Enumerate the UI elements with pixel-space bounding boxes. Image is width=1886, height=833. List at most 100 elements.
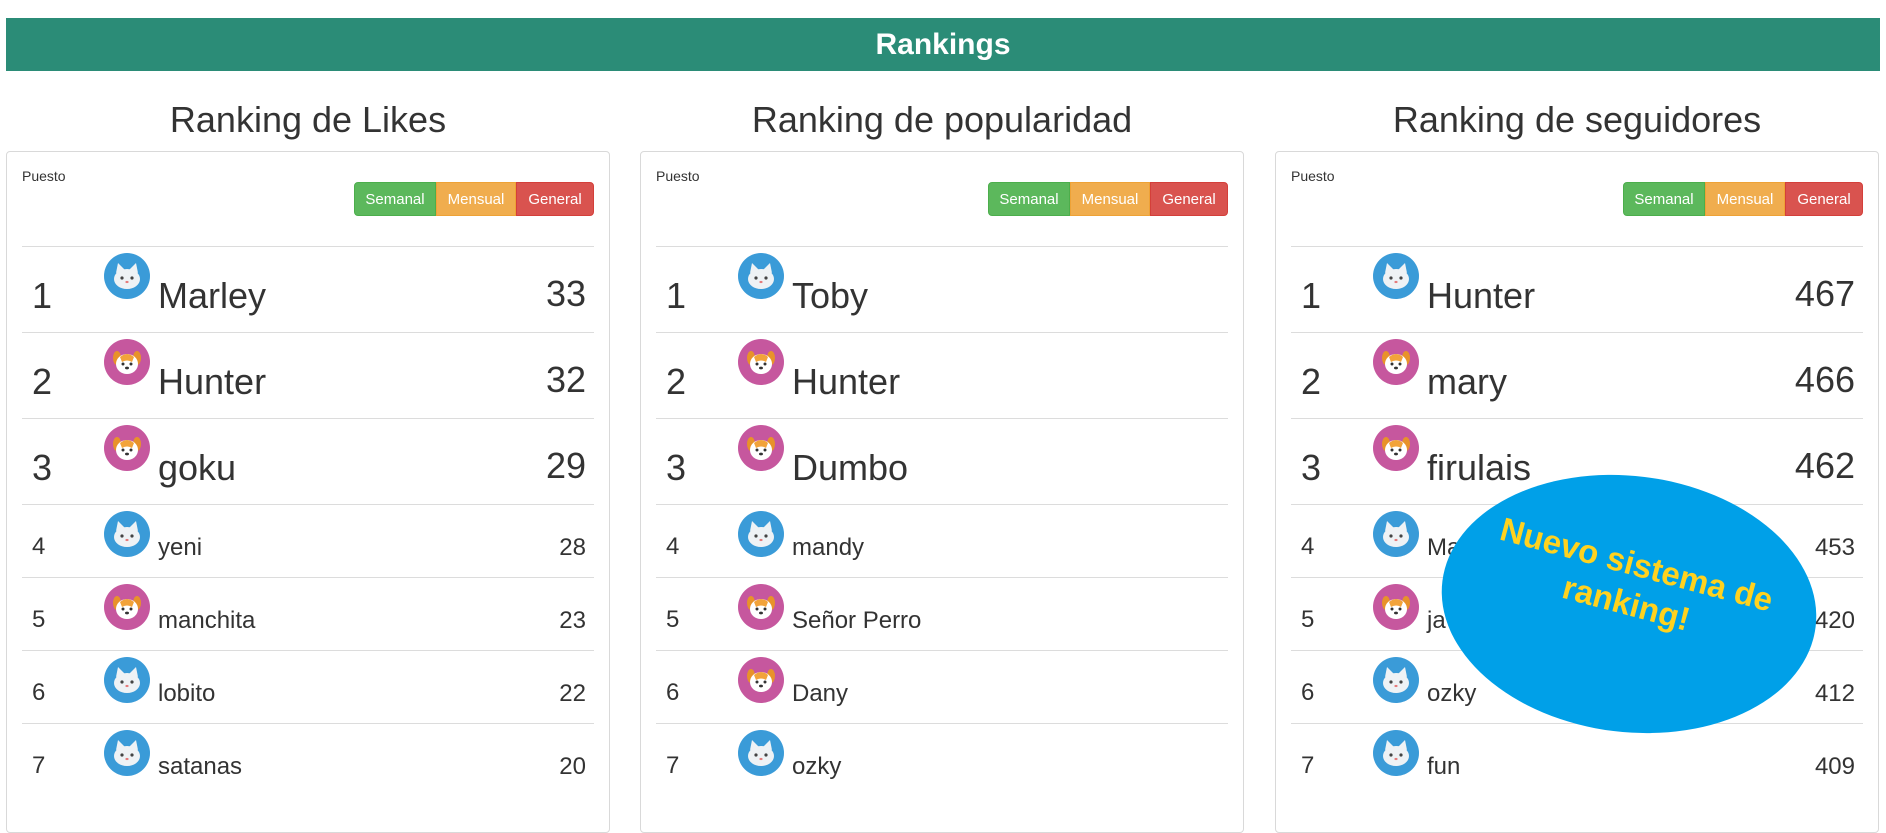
mensual-button[interactable]: Mensual [1705, 182, 1785, 216]
score-value: 20 [559, 753, 586, 780]
ranking-row[interactable]: 2 mary 466 [1291, 332, 1863, 418]
cat-icon[interactable] [104, 730, 150, 776]
user-name[interactable]: Dany [792, 680, 848, 708]
user-name[interactable]: ozky [1427, 680, 1476, 708]
score-value: 409 [1814, 753, 1855, 780]
user-name[interactable]: Dumbo [792, 447, 908, 489]
ranking-row[interactable]: 4 mandy [656, 504, 1228, 577]
score-value: 453 [1814, 534, 1855, 561]
dog-icon[interactable] [738, 657, 784, 703]
dog-icon[interactable] [1373, 584, 1419, 630]
user-name[interactable]: mary [1427, 361, 1507, 403]
user-name[interactable]: lobito [158, 680, 215, 708]
user-name[interactable]: Toby [792, 275, 868, 317]
cat-icon[interactable] [738, 511, 784, 557]
page-header: Rankings [6, 18, 1880, 71]
ranking-row[interactable]: 7 ozky [656, 723, 1228, 796]
cat-icon[interactable] [738, 253, 784, 299]
user-name[interactable]: goku [158, 447, 236, 489]
general-button[interactable]: General [516, 182, 594, 216]
semanal-button[interactable]: Semanal [988, 182, 1070, 216]
user-name[interactable]: yeni [158, 534, 202, 562]
score-value: 23 [559, 607, 586, 634]
ranking-row[interactable]: 5 manchita 23 [22, 577, 594, 650]
dog-icon[interactable] [738, 339, 784, 385]
dog-icon[interactable] [104, 339, 150, 385]
ranking-title: Ranking de popularidad [751, 99, 1133, 140]
ranking-row[interactable]: 7 satanas 20 [22, 723, 594, 796]
rank-number: 5 [1301, 606, 1315, 633]
ranking-row[interactable]: 1 Marley 33 [22, 246, 594, 332]
ranking-list: 1 Marley 33 2 Hunter 32 3 goku 29 4 yeni… [22, 246, 594, 796]
dog-icon[interactable] [1373, 339, 1419, 385]
user-name[interactable]: Hunter [792, 361, 900, 403]
score-value: 32 [545, 359, 586, 400]
cat-icon[interactable] [1373, 253, 1419, 299]
cat-icon[interactable] [1373, 730, 1419, 776]
cat-icon[interactable] [1373, 511, 1419, 557]
ranking-row[interactable]: 6 Dany [656, 650, 1228, 723]
ranking-row[interactable]: 2 Hunter [656, 332, 1228, 418]
ranking-row[interactable]: 6 lobito 22 [22, 650, 594, 723]
ranking-row[interactable]: 3 Dumbo [656, 418, 1228, 504]
rank-number: 4 [666, 533, 680, 560]
rank-number: 7 [666, 752, 680, 779]
general-button[interactable]: General [1150, 182, 1228, 216]
rank-number: 3 [32, 447, 53, 488]
semanal-button[interactable]: Semanal [354, 182, 436, 216]
dog-icon[interactable] [738, 584, 784, 630]
ranking-column: Ranking de Likes Puesto Semanal Mensual … [6, 71, 610, 833]
user-name[interactable]: mandy [792, 534, 864, 562]
score-value: 29 [545, 445, 586, 486]
cat-icon[interactable] [1373, 657, 1419, 703]
cat-icon[interactable] [104, 511, 150, 557]
user-name[interactable]: Hunter [158, 361, 266, 403]
semanal-button[interactable]: Semanal [1623, 182, 1705, 216]
dog-icon[interactable] [738, 425, 784, 471]
period-filter: Semanal Mensual General [988, 182, 1228, 216]
puesto-label: Puesto [656, 168, 700, 184]
ranking-row[interactable]: 7 fun 409 [1291, 723, 1863, 796]
user-name[interactable]: satanas [158, 753, 242, 781]
rank-number: 6 [1301, 679, 1315, 706]
ranking-row[interactable]: 1 Hunter 467 [1291, 246, 1863, 332]
cat-icon[interactable] [104, 253, 150, 299]
ranking-row[interactable]: 2 Hunter 32 [22, 332, 594, 418]
user-name[interactable]: Marley [158, 275, 266, 317]
rank-number: 3 [1301, 447, 1322, 488]
cat-icon[interactable] [104, 657, 150, 703]
ranking-row[interactable]: 3 goku 29 [22, 418, 594, 504]
rank-number: 3 [666, 447, 687, 488]
period-filter: Semanal Mensual General [354, 182, 594, 216]
score-value: 412 [1814, 680, 1855, 707]
user-name[interactable]: manchita [158, 607, 255, 635]
score-value: 467 [1794, 273, 1855, 314]
rank-number: 6 [666, 679, 680, 706]
puesto-label: Puesto [22, 168, 66, 184]
ranking-row[interactable]: 5 Señor Perro [656, 577, 1228, 650]
score-value: 420 [1814, 607, 1855, 634]
dog-icon[interactable] [104, 584, 150, 630]
rank-number: 2 [32, 361, 53, 402]
mensual-button[interactable]: Mensual [436, 182, 516, 216]
rank-number: 1 [1301, 275, 1322, 316]
mensual-button[interactable]: Mensual [1070, 182, 1150, 216]
user-name[interactable]: fun [1427, 753, 1460, 781]
ranking-title: Ranking de Likes [169, 99, 447, 140]
ranking-panel: Puesto Semanal Mensual General 1 Marley … [6, 151, 610, 833]
general-button[interactable]: General [1785, 182, 1863, 216]
user-name[interactable]: firulais [1427, 447, 1531, 489]
ranking-list: 1 Toby 2 Hunter 3 Dumbo 4 mandy 5 Señor … [656, 246, 1228, 796]
user-name[interactable]: ozky [792, 753, 841, 781]
rank-number: 4 [1301, 533, 1315, 560]
cat-icon[interactable] [738, 730, 784, 776]
score-value: 33 [545, 273, 586, 314]
user-name[interactable]: Hunter [1427, 275, 1535, 317]
ranking-row[interactable]: 1 Toby [656, 246, 1228, 332]
rank-number: 6 [32, 679, 46, 706]
dog-icon[interactable] [104, 425, 150, 471]
ranking-row[interactable]: 4 yeni 28 [22, 504, 594, 577]
user-name[interactable]: Señor Perro [792, 607, 921, 635]
dog-icon[interactable] [1373, 425, 1419, 471]
puesto-label: Puesto [1291, 168, 1335, 184]
